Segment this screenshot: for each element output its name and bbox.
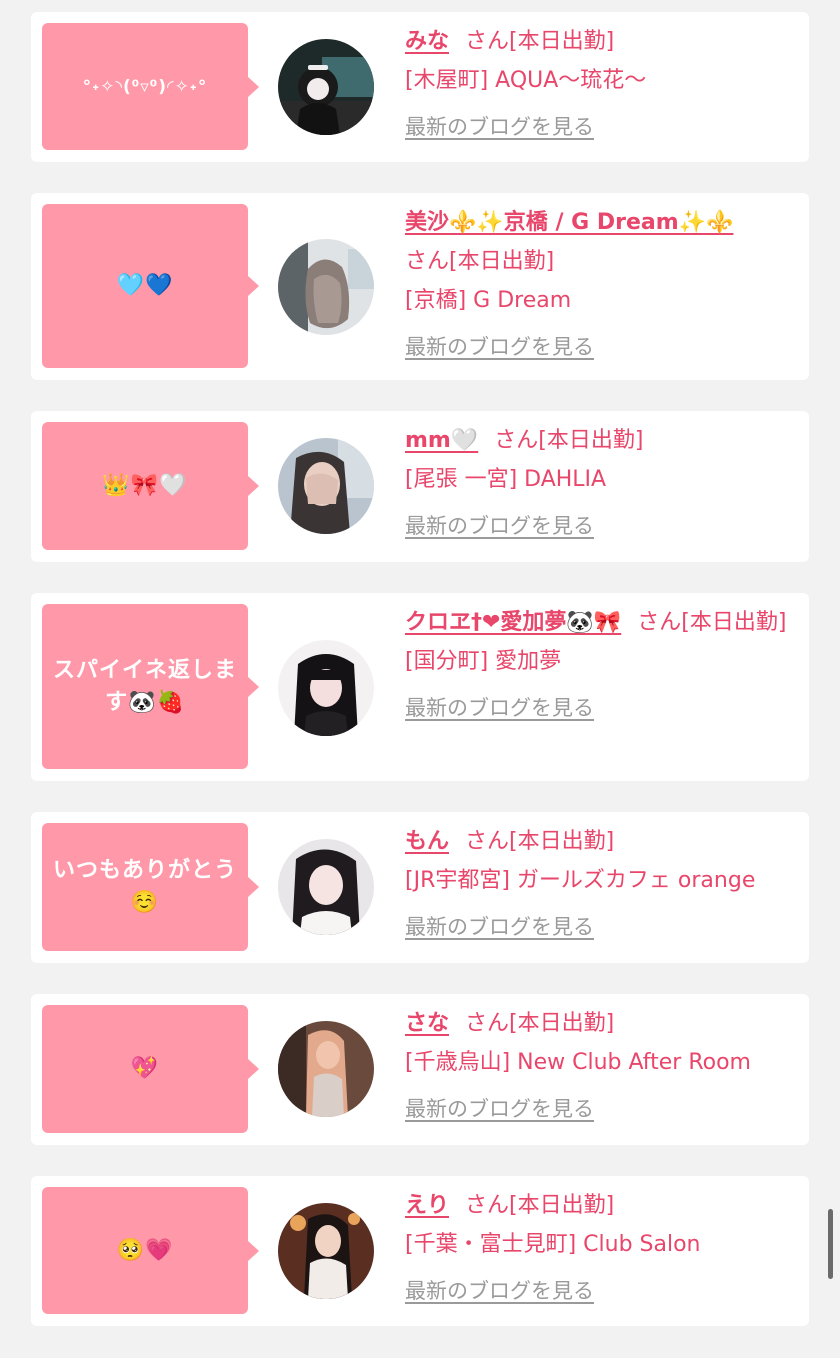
post-info: もん さん[本日出勤] [JR宇都宮] ガールズカフェ orange 最新のブログ… [405, 822, 799, 947]
blog-post-card: 🥺💗 えり さん[本日出勤] [千葉・富士見町] Club Salon 最新のブロ… [31, 1176, 809, 1326]
status-text: さん[本日出勤] [465, 1193, 615, 1218]
avatar[interactable] [278, 640, 374, 736]
post-info: 美沙⚜️✨京橋 / G Dream✨⚜️ さん[本日出勤] [京橋] G Dre… [405, 203, 799, 367]
shop-name: [京橋] G Dream [405, 288, 572, 313]
latest-blog-link[interactable]: 最新のブログを見る [405, 507, 799, 546]
latest-blog-link[interactable]: 最新のブログを見る [405, 1090, 799, 1129]
shop-name: [千葉・富士見町] Club Salon [405, 1232, 701, 1257]
latest-blog-link[interactable]: 最新のブログを見る [405, 108, 799, 147]
comment-text: °˖✧◝(⁰▿⁰)◜✧˖° [82, 76, 208, 97]
girl-name-link[interactable]: 美沙⚜️✨京橋 / G Dream✨⚜️ [405, 210, 733, 235]
comment-text: いつもありがとう☺️ [52, 858, 237, 915]
girl-name-link[interactable]: えり [405, 1193, 449, 1218]
comment-bubble: 🩵💙 [42, 204, 259, 368]
blog-post-list: °˖✧◝(⁰▿⁰)◜✧˖° みな さん[本日出勤] [木屋町] AQUA〜琉花〜 … [0, 0, 840, 1358]
status-text: さん[本日出勤] [465, 1011, 615, 1036]
girl-name-link[interactable]: みな [405, 29, 449, 54]
comment-bubble: 👑🎀🤍 [42, 422, 259, 550]
scrollbar-thumb[interactable] [828, 1209, 833, 1279]
avatar[interactable] [278, 39, 374, 135]
comment-bubble: スパイイネ返します🐼🍓 [42, 604, 259, 769]
latest-blog-link[interactable]: 最新のブログを見る [405, 328, 799, 367]
status-text: さん[本日出勤] [637, 610, 787, 635]
avatar[interactable] [278, 839, 374, 935]
blog-post-card: 💖 さな さん[本日出勤] [千歳烏山] New Club After Room … [31, 994, 809, 1145]
comment-bubble: 💖 [42, 1005, 259, 1133]
shop-name: [千歳烏山] New Club After Room [405, 1050, 751, 1075]
latest-blog-link[interactable]: 最新のブログを見る [405, 689, 799, 728]
comment-text: 👑🎀🤍 [102, 473, 188, 498]
status-text: さん[本日出勤] [465, 829, 615, 854]
comment-text: スパイイネ返します🐼🍓 [52, 657, 237, 715]
comment-text: 💖 [130, 1056, 160, 1081]
latest-blog-link[interactable]: 最新のブログを見る [405, 1272, 799, 1311]
girl-name-link[interactable]: さな [405, 1011, 449, 1036]
comment-bubble: いつもありがとう☺️ [42, 823, 259, 951]
blog-post-card: 👑🎀🤍 mm🤍 さん[本日出勤] [尾張 一宮] DAHLIA 最新のブログを見る [31, 411, 809, 562]
post-info: さな さん[本日出勤] [千歳烏山] New Club After Room 最新… [405, 1004, 799, 1129]
comment-text: 🩵💙 [116, 273, 174, 298]
status-text: さん[本日出勤] [494, 428, 644, 453]
girl-name-link[interactable]: もん [405, 829, 449, 854]
post-info: みな さん[本日出勤] [木屋町] AQUA〜琉花〜 最新のブログを見る [405, 22, 799, 147]
shop-name: [国分町] 愛加夢 [405, 649, 562, 674]
status-text: さん[本日出勤] [405, 249, 555, 274]
blog-post-card: °˖✧◝(⁰▿⁰)◜✧˖° みな さん[本日出勤] [木屋町] AQUA〜琉花〜 … [31, 12, 809, 162]
shop-name: [JR宇都宮] ガールズカフェ orange [405, 868, 756, 893]
avatar[interactable] [278, 1021, 374, 1117]
blog-post-card: 🩵💙 美沙⚜️✨京橋 / G Dream✨⚜️ さん[本日出勤] [京橋] G … [31, 193, 809, 380]
shop-name: [木屋町] AQUA〜琉花〜 [405, 68, 647, 93]
avatar[interactable] [278, 239, 374, 335]
comment-text: 🥺💗 [116, 1237, 174, 1263]
blog-post-card: スパイイネ返します🐼🍓 クロヱ†❤愛加夢🐼🎀 さん[本日出勤] [国分町] 愛加夢… [31, 593, 809, 781]
girl-name-link[interactable]: mm🤍 [405, 428, 478, 453]
comment-bubble: °˖✧◝(⁰▿⁰)◜✧˖° [42, 23, 259, 150]
post-info: えり さん[本日出勤] [千葉・富士見町] Club Salon 最新のブログを見… [405, 1186, 799, 1311]
avatar[interactable] [278, 1203, 374, 1299]
girl-name-link[interactable]: クロヱ†❤愛加夢🐼🎀 [405, 610, 621, 635]
latest-blog-link[interactable]: 最新のブログを見る [405, 908, 799, 947]
comment-bubble: 🥺💗 [42, 1187, 259, 1314]
post-info: クロヱ†❤愛加夢🐼🎀 さん[本日出勤] [国分町] 愛加夢 最新のブログを見る [405, 603, 799, 728]
post-info: mm🤍 さん[本日出勤] [尾張 一宮] DAHLIA 最新のブログを見る [405, 421, 799, 546]
avatar[interactable] [278, 438, 374, 534]
status-text: さん[本日出勤] [465, 29, 615, 54]
blog-post-card: いつもありがとう☺️ もん さん[本日出勤] [JR宇都宮] ガールズカフェ or… [31, 812, 809, 963]
shop-name: [尾張 一宮] DAHLIA [405, 467, 607, 492]
